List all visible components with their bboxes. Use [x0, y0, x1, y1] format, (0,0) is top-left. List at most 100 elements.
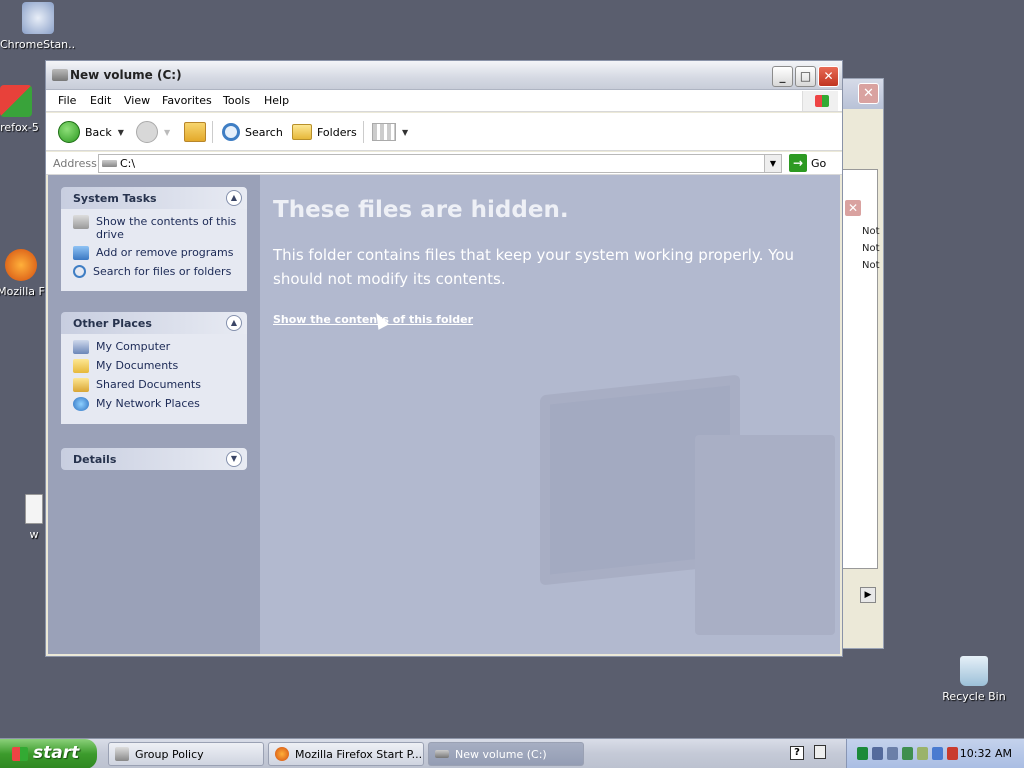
- hidden-files-pane: These files are hidden. This folder cont…: [260, 175, 840, 654]
- document-icon: [25, 494, 43, 524]
- explorer-window[interactable]: New volume (C:) _ □ ✕ File Edit View Fav…: [45, 60, 843, 657]
- desktop-icon-label: firefox-5: [0, 121, 39, 134]
- menu-help[interactable]: Help: [264, 94, 289, 107]
- place-label: Shared Documents: [96, 378, 201, 391]
- search-button[interactable]: Search: [222, 120, 283, 144]
- details-header[interactable]: Details ▼: [61, 448, 247, 470]
- computer-icon: [73, 340, 89, 354]
- windows-logo-throbber: [802, 91, 838, 111]
- drive-icon: [435, 750, 449, 758]
- toolbar-separator: [363, 121, 364, 143]
- tray-app-icon[interactable]: [857, 747, 868, 760]
- chevron-down-icon[interactable]: ▼: [118, 128, 124, 137]
- background-window-close-button[interactable]: ✕: [858, 83, 879, 104]
- partial-text: Not: [862, 260, 880, 271]
- address-value: C:\: [120, 157, 136, 170]
- help-icon[interactable]: ?: [790, 746, 804, 760]
- taskbar-item-new-volume[interactable]: New volume (C:): [428, 742, 584, 766]
- other-places-panel: Other Places ▲ My Computer My Documents …: [61, 312, 247, 424]
- explorer-content: System Tasks ▲ Show the contents of this…: [48, 175, 840, 654]
- task-show-drive-contents[interactable]: Show the contents of this drive: [73, 215, 239, 241]
- back-arrow-icon: [58, 121, 80, 143]
- up-folder-icon: [184, 122, 206, 142]
- menu-view[interactable]: View: [124, 94, 150, 107]
- menu-file[interactable]: File: [58, 94, 76, 107]
- views-icon: [372, 123, 396, 141]
- details-title: Details: [73, 453, 117, 466]
- task-label: Search for files or folders: [93, 265, 232, 278]
- desktop-icon-firefox-setup[interactable]: firefox-5: [0, 85, 46, 134]
- firefox-icon: [5, 249, 37, 281]
- address-label: Address: [53, 157, 97, 170]
- views-button[interactable]: ▼: [372, 120, 408, 144]
- drive-icon: [102, 160, 117, 167]
- address-dropdown-button[interactable]: ▼: [764, 155, 781, 172]
- chevron-down-icon[interactable]: ▼: [164, 128, 170, 137]
- system-tasks-header[interactable]: System Tasks ▲: [61, 187, 247, 209]
- task-search-files[interactable]: Search for files or folders: [73, 265, 239, 278]
- background-window-text: Not Not Not: [862, 223, 880, 274]
- chevron-up-icon[interactable]: ▲: [226, 315, 242, 331]
- place-my-network-places[interactable]: My Network Places: [73, 397, 239, 411]
- start-label: start: [33, 743, 80, 763]
- other-places-body: My Computer My Documents Shared Document…: [61, 334, 247, 424]
- desktop-icon-label: ChromeStan...: [0, 38, 76, 51]
- folders-button[interactable]: Folders: [292, 120, 357, 144]
- go-button[interactable]: → Go: [789, 154, 826, 172]
- place-my-documents[interactable]: My Documents: [73, 359, 239, 373]
- maximize-button[interactable]: □: [795, 66, 816, 87]
- address-bar: Address C:\ ▼ → Go: [46, 152, 842, 175]
- go-arrow-icon: →: [789, 154, 807, 172]
- taskbar-item-firefox[interactable]: Mozilla Firefox Start P...: [268, 742, 424, 766]
- desktop-icon-recycle-bin[interactable]: Recycle Bin: [936, 656, 1012, 703]
- windows-flag-icon: [12, 747, 28, 761]
- close-button[interactable]: ✕: [818, 66, 839, 87]
- task-label: Add or remove programs: [96, 246, 234, 259]
- window-title: New volume (C:): [70, 68, 182, 82]
- chevron-up-icon[interactable]: ▲: [226, 190, 242, 206]
- titlebar[interactable]: New volume (C:) _ □ ✕: [46, 61, 842, 90]
- network-icon[interactable]: [887, 747, 898, 760]
- other-places-header[interactable]: Other Places ▲: [61, 312, 247, 334]
- standard-toolbar: Back ▼ ▼ Search Folders ▼: [46, 113, 842, 151]
- menu-edit[interactable]: Edit: [90, 94, 111, 107]
- taskbar-item-label: Mozilla Firefox Start P...: [295, 747, 423, 761]
- group-policy-icon: [115, 747, 129, 761]
- toolbar-separator: [212, 121, 213, 143]
- desktop-icon-chromestandalone[interactable]: ChromeStan...: [0, 2, 76, 51]
- shared-folder-icon: [73, 378, 89, 392]
- menu-bar: File Edit View Favorites Tools Help: [46, 90, 842, 112]
- menu-favorites[interactable]: Favorites: [162, 94, 212, 107]
- shield-icon[interactable]: [947, 747, 958, 760]
- taskbar-item-group-policy[interactable]: Group Policy: [108, 742, 264, 766]
- go-label: Go: [811, 156, 827, 170]
- taskbar-restore-icon[interactable]: [814, 745, 826, 759]
- up-folder-button[interactable]: [184, 120, 206, 144]
- desktop-icon-mozilla-firefox[interactable]: Mozilla F: [0, 249, 46, 298]
- clock[interactable]: 10:32 AM: [960, 747, 1012, 760]
- network-icon[interactable]: [872, 747, 883, 760]
- chevron-down-icon[interactable]: ▼: [402, 128, 408, 137]
- tray-app-icon[interactable]: [917, 747, 928, 760]
- hidden-files-message: This folder contains files that keep you…: [273, 246, 795, 288]
- menu-tools[interactable]: Tools: [223, 94, 250, 107]
- desktop-icon-label: Mozilla F: [0, 285, 45, 298]
- place-shared-documents[interactable]: Shared Documents: [73, 378, 239, 392]
- back-button[interactable]: Back ▼: [58, 120, 124, 144]
- place-my-computer[interactable]: My Computer: [73, 340, 239, 354]
- tray-icons: [857, 747, 958, 760]
- security-icon[interactable]: [902, 747, 913, 760]
- address-input[interactable]: C:\ ▼: [98, 154, 782, 173]
- background-dialog-close-button[interactable]: ✕: [844, 199, 862, 217]
- task-add-remove-programs[interactable]: Add or remove programs: [73, 246, 239, 260]
- tray-app-icon[interactable]: [932, 747, 943, 760]
- partial-text: Not: [862, 243, 880, 254]
- forward-button[interactable]: ▼: [136, 120, 170, 144]
- chevron-down-icon[interactable]: ▼: [226, 451, 242, 467]
- forward-arrow-icon: [136, 121, 158, 143]
- search-icon: [73, 265, 86, 278]
- background-window[interactable]: ✕ ✕ Not Not Not ▶: [836, 78, 884, 649]
- minimize-button[interactable]: _: [772, 66, 793, 87]
- scroll-right-button[interactable]: ▶: [860, 587, 876, 603]
- start-button[interactable]: start: [0, 739, 97, 768]
